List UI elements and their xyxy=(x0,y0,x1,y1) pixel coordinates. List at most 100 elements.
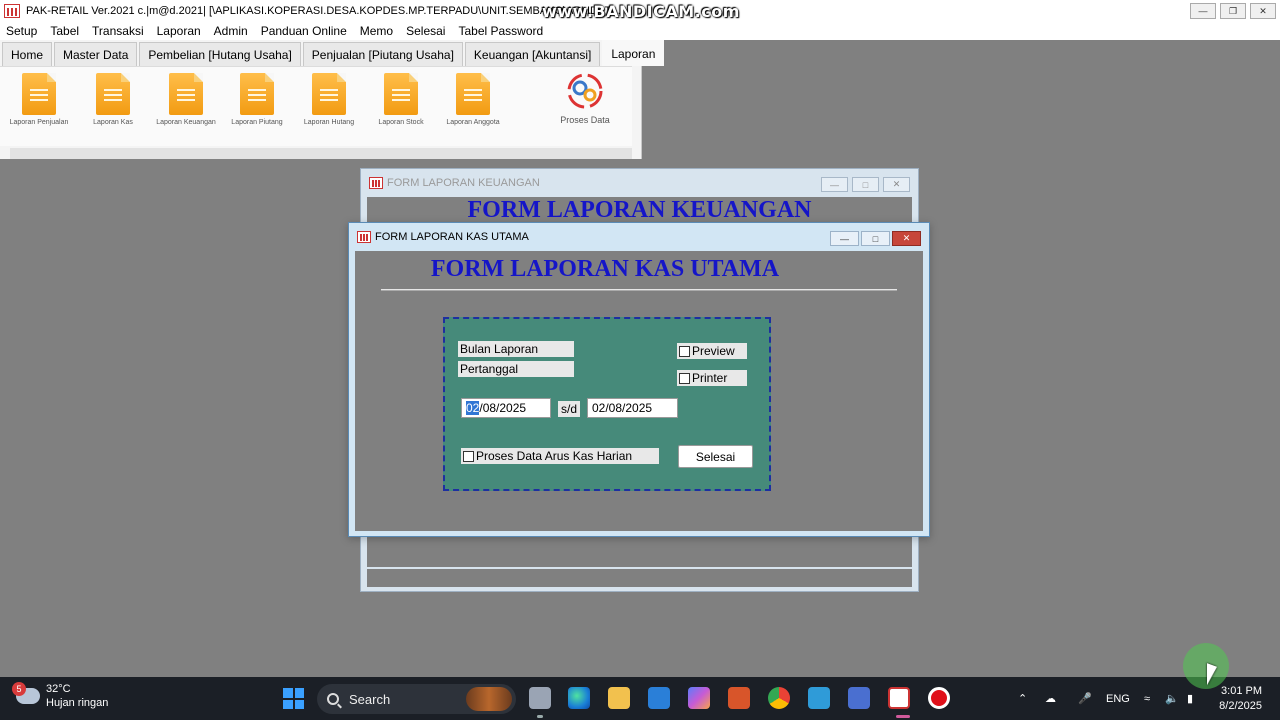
file-explorer-icon[interactable] xyxy=(608,687,630,709)
kas-utama-heading: FORM LAPORAN KAS UTAMA xyxy=(430,256,780,282)
system-clock[interactable]: 3:01 PM 8/2/2025 xyxy=(1219,684,1262,714)
weather-widget[interactable]: 5 32°C Hujan ringan xyxy=(12,682,108,710)
close-button[interactable]: ✕ xyxy=(883,177,910,192)
printer-checkbox-box[interactable] xyxy=(679,372,690,384)
menu-panduan-online[interactable]: Panduan Online xyxy=(261,24,347,38)
taskbar-search[interactable]: Search xyxy=(317,684,516,714)
menu-transaksi[interactable]: Transaksi xyxy=(92,24,144,38)
bandicam-record-icon[interactable] xyxy=(928,687,950,709)
proses-data-button[interactable]: Proses Data xyxy=(552,71,618,137)
laporan-piutang-label: Laporan Piutang xyxy=(231,119,283,126)
tab-master-data[interactable]: Master Data xyxy=(54,42,138,66)
gears-process-icon xyxy=(567,73,603,109)
ribbon-tabs: Home Master Data Pembelian [Hutang Usaha… xyxy=(0,40,665,66)
copilot-icon[interactable] xyxy=(688,687,710,709)
remote-desktop-icon[interactable] xyxy=(808,687,830,709)
heading-divider xyxy=(381,289,897,291)
menu-tabel-password[interactable]: Tabel Password xyxy=(458,24,543,38)
ribbon-bottom-strip xyxy=(10,148,632,159)
proses-arus-kas-checkbox-box[interactable] xyxy=(463,450,474,462)
running-indicator xyxy=(537,715,543,718)
edge-browser-icon[interactable] xyxy=(568,687,590,709)
proses-arus-kas-checkbox[interactable]: Proses Data Arus Kas Harian xyxy=(461,448,659,464)
minimize-button[interactable]: — xyxy=(1190,3,1216,19)
windows-start-icon[interactable] xyxy=(283,688,304,709)
microphone-icon[interactable]: 🎤 xyxy=(1078,677,1092,720)
report-document-icon xyxy=(456,73,490,115)
menu-admin[interactable]: Admin xyxy=(214,24,248,38)
date-from-rest: /08/2025 xyxy=(479,401,527,415)
close-button[interactable]: ✕ xyxy=(1250,3,1276,19)
proses-data-label: Proses Data xyxy=(560,115,610,125)
selesai-button[interactable]: Selesai xyxy=(678,445,753,468)
restore-button[interactable]: ❐ xyxy=(1220,3,1246,19)
tray-overflow-icon[interactable]: ⌃ xyxy=(1018,677,1027,720)
window-kas-title: FORM LAPORAN KAS UTAMA xyxy=(375,231,529,243)
tab-pembelian[interactable]: Pembelian [Hutang Usaha] xyxy=(139,42,301,66)
recording-watermark: www.BANDICAM.com xyxy=(542,2,740,21)
maximize-button[interactable]: □ xyxy=(861,231,890,246)
report-document-icon xyxy=(240,73,274,115)
tab-laporan[interactable]: Laporan xyxy=(602,40,665,66)
preview-checkbox[interactable]: Preview xyxy=(677,343,747,359)
window-kas-body: FORM LAPORAN KAS UTAMA Bulan Laporan Per… xyxy=(355,251,923,531)
task-view-icon[interactable] xyxy=(529,687,551,709)
pak-retail-taskbar-icon[interactable] xyxy=(888,687,910,709)
volume-icon[interactable]: 🔈 xyxy=(1165,677,1179,720)
laporan-piutang-button[interactable]: Laporan Piutang xyxy=(224,73,290,133)
chrome-icon[interactable] xyxy=(768,687,790,709)
date-from-input[interactable]: 02/08/2025 xyxy=(461,398,551,418)
window-kas-controls: — □ ✕ xyxy=(830,231,921,246)
menu-selesai[interactable]: Selesai xyxy=(406,24,445,38)
language-indicator[interactable]: ENG xyxy=(1106,677,1130,720)
search-highlight-image xyxy=(466,687,512,711)
printer-label: Printer xyxy=(692,371,728,385)
tab-keuangan[interactable]: Keuangan [Akuntansi] xyxy=(464,42,601,66)
printer-checkbox[interactable]: Printer xyxy=(677,370,747,386)
tab-penjualan[interactable]: Penjualan [Piutang Usaha] xyxy=(302,42,463,66)
tab-home[interactable]: Home xyxy=(2,42,53,66)
laporan-keuangan-label: Laporan Keuangan xyxy=(156,119,216,126)
store-icon[interactable] xyxy=(648,687,670,709)
onedrive-cloud-icon[interactable]: ☁ xyxy=(1045,677,1056,720)
app-icon xyxy=(369,177,383,189)
menu-tabel[interactable]: Tabel xyxy=(50,24,79,38)
bulan-laporan-label: Bulan Laporan xyxy=(458,341,574,357)
laporan-anggota-button[interactable]: Laporan Anggota xyxy=(440,73,506,133)
cursor-highlight xyxy=(1183,643,1229,689)
date-to-input[interactable]: 02/08/2025 xyxy=(587,398,678,418)
ribbon-panel: Laporan Penjualan Laporan Kas Laporan Ke… xyxy=(0,66,632,146)
app-title: PAK-RETAIL Ver.2021 c.|m@d.2021| [\APLIK… xyxy=(26,5,627,17)
app-fox-icon[interactable] xyxy=(728,687,750,709)
clock-time: 3:01 PM xyxy=(1221,685,1262,697)
report-document-icon xyxy=(22,73,56,115)
laporan-stock-button[interactable]: Laporan Stock xyxy=(368,73,434,133)
laporan-hutang-button[interactable]: Laporan Hutang xyxy=(296,73,362,133)
window-keuangan-controls: — □ ✕ xyxy=(821,177,910,192)
menu-laporan[interactable]: Laporan xyxy=(157,24,201,38)
maximize-button[interactable]: □ xyxy=(852,177,879,192)
laporan-kas-button[interactable]: Laporan Kas xyxy=(80,73,146,133)
minimize-button[interactable]: — xyxy=(830,231,859,246)
report-document-icon xyxy=(169,73,203,115)
minimize-button[interactable]: — xyxy=(821,177,848,192)
window-kas-titlebar[interactable]: FORM LAPORAN KAS UTAMA — □ ✕ xyxy=(349,223,929,251)
preview-checkbox-box[interactable] xyxy=(679,345,690,357)
cloud-rain-icon: 5 xyxy=(12,682,40,704)
menu-setup[interactable]: Setup xyxy=(6,24,37,38)
window-keuangan-titlebar[interactable]: FORM LAPORAN KEUANGAN — □ ✕ xyxy=(361,169,918,197)
wifi-icon[interactable]: ≈ xyxy=(1144,677,1150,720)
laporan-keuangan-button[interactable]: Laporan Keuangan xyxy=(153,73,219,133)
menu-memo[interactable]: Memo xyxy=(360,24,393,38)
laporan-penjualan-button[interactable]: Laporan Penjualan xyxy=(6,73,72,133)
mouse-cursor-icon xyxy=(1207,663,1217,689)
laporan-anggota-label: Laporan Anggota xyxy=(446,119,500,126)
date-from-selected: 02 xyxy=(466,401,480,415)
close-button[interactable]: ✕ xyxy=(892,231,921,246)
divider xyxy=(367,567,912,569)
window-laporan-kas-utama[interactable]: FORM LAPORAN KAS UTAMA — □ ✕ FORM LAPORA… xyxy=(348,222,930,537)
laporan-penjualan-label: Laporan Penjualan xyxy=(9,119,69,126)
window-keuangan-title: FORM LAPORAN KEUANGAN xyxy=(387,177,540,189)
network-app-icon[interactable] xyxy=(848,687,870,709)
report-document-icon xyxy=(96,73,130,115)
